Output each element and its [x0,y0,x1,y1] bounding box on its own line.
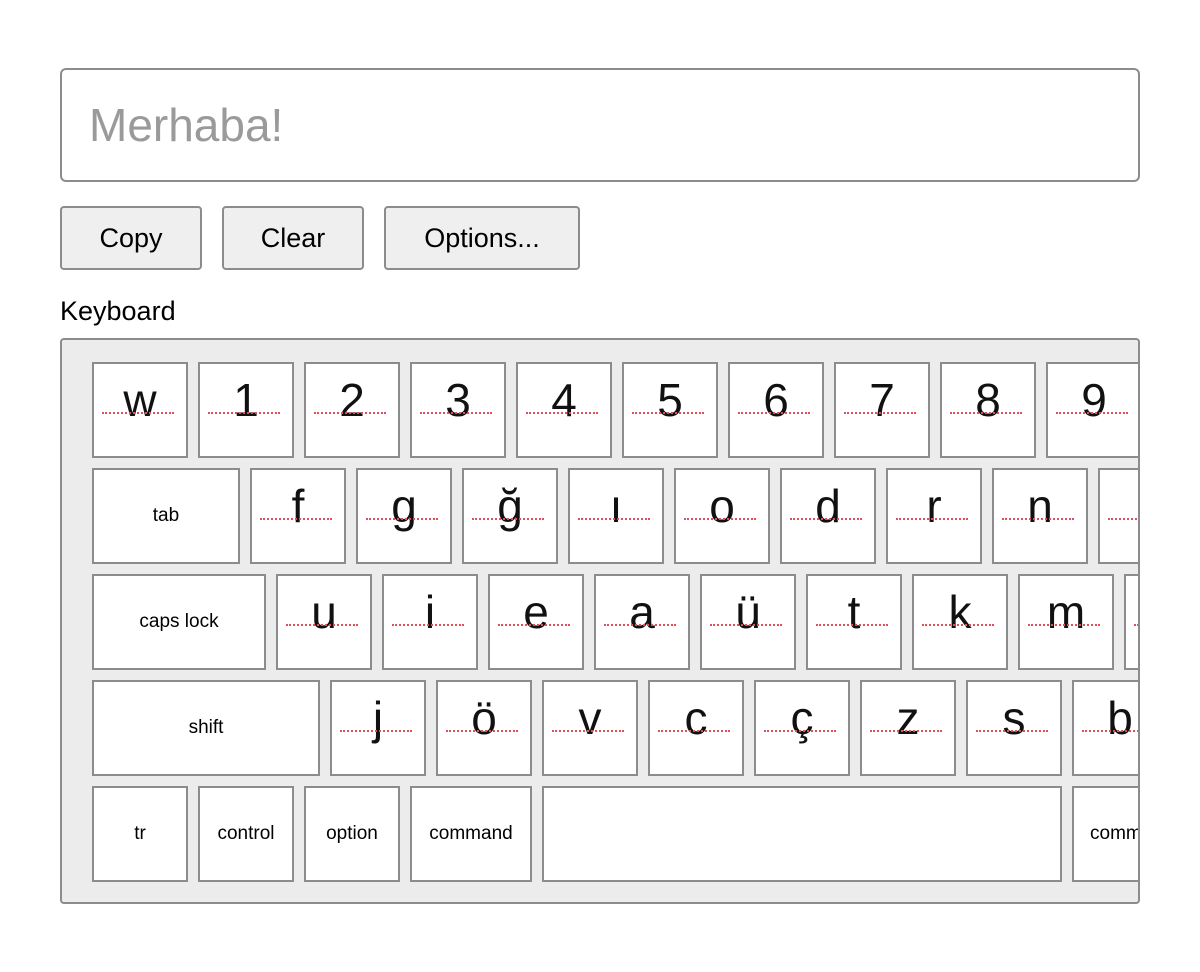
key-glyph: v [578,692,602,744]
key-k[interactable]: k [912,574,1008,670]
key-f[interactable]: f [250,468,346,564]
key-option[interactable]: option [304,786,400,882]
key-glyph: w [123,374,157,426]
key-glyph: 5 [657,374,683,426]
key-glyph: f [291,480,305,532]
key-glyph: l [1100,474,1138,538]
key-label: option [326,823,378,844]
key-r[interactable]: r [886,468,982,564]
key-3[interactable]: 3 [410,362,506,458]
key-glyph: j [372,692,384,744]
key-language-tr[interactable]: tr [92,786,188,882]
key-j[interactable]: j [330,680,426,776]
key-glyph: c [684,692,708,744]
key-4[interactable]: 4 [516,362,612,458]
key-label: shift [188,717,224,738]
key-shift[interactable]: shift [92,680,320,776]
key-2[interactable]: 2 [304,362,400,458]
key-command[interactable]: command [410,786,532,882]
key-w[interactable]: w [92,362,188,458]
key-glyph: g [391,480,417,532]
key-glyph: u [311,586,337,638]
key-glyph: 9 [1081,374,1107,426]
key-n[interactable]: n [992,468,1088,564]
key-label [544,788,1060,880]
key-glyph: 2 [339,374,365,426]
key-i[interactable]: i [382,574,478,670]
key-glyph: s [1002,692,1026,744]
key-glyph: l [1126,580,1138,644]
key-label: tab [152,505,180,526]
key-glyph: k [948,586,972,638]
key-tab[interactable]: tab [92,468,240,564]
key-glyph: d [815,480,841,532]
key-glyph: e [523,586,549,638]
key-l[interactable]: l [1098,468,1138,564]
key-glyph: ü [735,586,761,638]
key-g[interactable]: g [356,468,452,564]
key-8[interactable]: 8 [940,362,1036,458]
key-glyph: ç [790,692,814,744]
key-glyph: m [1046,586,1086,638]
key-label: command [1090,823,1138,844]
key-glyph: t [847,586,861,638]
key-c[interactable]: c [648,680,744,776]
key-o[interactable]: o [674,468,770,564]
key-label: control [217,823,275,844]
virtual-keyboard: w 1 2 3 4 5 6 7 8 9 tab f g ğ ı o d r n … [60,338,1140,904]
key-glyph: i [424,586,436,638]
key-v[interactable]: v [542,680,638,776]
key-glyph: n [1027,480,1053,532]
key-s[interactable]: s [966,680,1062,776]
key-dotless-i[interactable]: ı [568,468,664,564]
key-glyph: ö [471,692,497,744]
key-a[interactable]: a [594,574,690,670]
key-space[interactable] [542,786,1062,882]
key-label: tr [134,823,146,844]
key-glyph: 1 [233,374,259,426]
key-e[interactable]: e [488,574,584,670]
key-glyph: b [1107,692,1133,744]
key-glyph: 3 [445,374,471,426]
key-u[interactable]: u [276,574,372,670]
key-1[interactable]: 1 [198,362,294,458]
key-l-partial[interactable]: l [1124,574,1138,670]
clear-button[interactable]: Clear [222,206,364,270]
key-o-umlaut[interactable]: ö [436,680,532,776]
key-glyph: 4 [551,374,577,426]
key-d[interactable]: d [780,468,876,564]
key-t[interactable]: t [806,574,902,670]
key-glyph: z [896,692,920,744]
key-glyph: r [926,480,942,532]
key-7[interactable]: 7 [834,362,930,458]
key-z[interactable]: z [860,680,956,776]
key-m[interactable]: m [1018,574,1114,670]
key-b[interactable]: b [1072,680,1138,776]
key-glyph: o [709,480,735,532]
key-command-right[interactable]: command [1072,786,1138,882]
key-label: command [429,823,513,844]
key-u-umlaut[interactable]: ü [700,574,796,670]
key-glyph: a [629,586,655,638]
text-input[interactable] [62,70,1138,180]
keyboard-label: Keyboard [60,296,176,326]
key-5[interactable]: 5 [622,362,718,458]
key-glyph: 7 [869,374,895,426]
copy-button[interactable]: Copy [60,206,202,270]
key-glyph: ı [609,480,623,532]
options-button[interactable]: Options... [384,206,580,270]
text-editor[interactable] [60,68,1140,182]
key-glyph: ğ [497,480,523,532]
key-label: caps lock [139,611,219,632]
key-caps-lock[interactable]: caps lock [92,574,266,670]
key-glyph: 8 [975,374,1001,426]
key-9[interactable]: 9 [1046,362,1138,458]
key-6[interactable]: 6 [728,362,824,458]
key-glyph: 6 [763,374,789,426]
key-c-cedilla[interactable]: ç [754,680,850,776]
key-g-breve[interactable]: ğ [462,468,558,564]
key-control[interactable]: control [198,786,294,882]
